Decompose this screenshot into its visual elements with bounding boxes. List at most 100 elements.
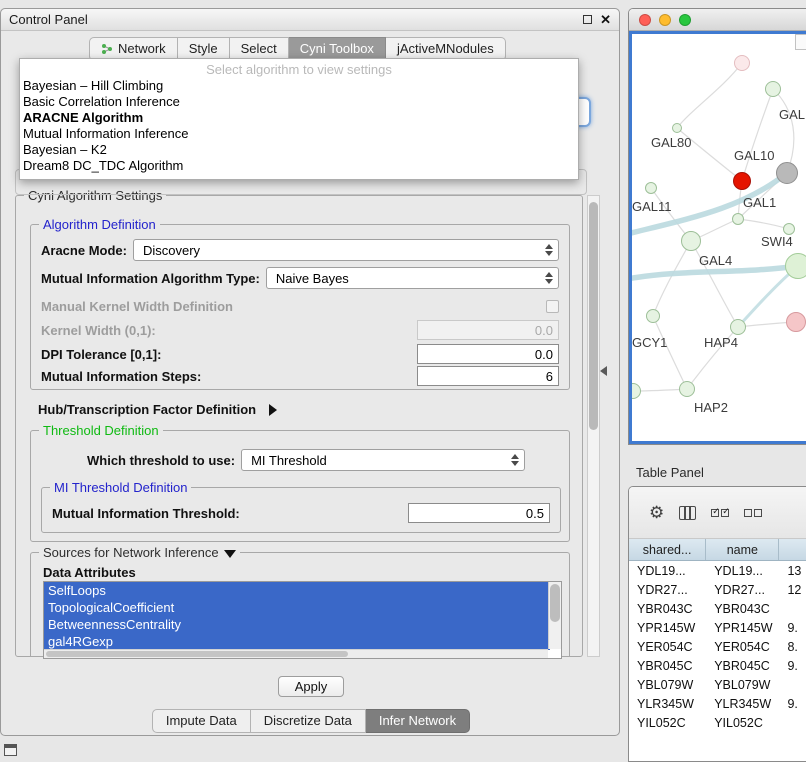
screen: Control Panel ✕ Network Style Select Cyn… [0,0,806,762]
close-icon[interactable]: ✕ [600,13,611,26]
network-view-window: GAL80 GAL10 GAL11 GAL1 SWI4 GAL4 GCY1 HA… [628,8,806,445]
tab-cyni-toolbox-label: Cyni Toolbox [300,41,374,56]
table-row[interactable]: YDR27... YDR27... 12 [629,580,806,599]
graph-node[interactable] [776,162,798,184]
table-row[interactable]: YDL19... YDL19... 13 [629,561,806,580]
expand-arrow-icon [269,404,277,416]
mi-type-label: Mutual Information Algorithm Type: [41,271,260,286]
threshold-definition-group: Threshold Definition Which threshold to … [30,430,570,542]
graph-node[interactable] [786,312,806,332]
column-header-name[interactable]: name [706,539,779,560]
graph-node-gal4[interactable] [681,231,701,251]
attribute-list: SelfLoops TopologicalCoefficient Between… [43,581,562,659]
dropdown-item-selected[interactable]: ARACNE Algorithm [20,110,578,126]
cell: 13 [779,564,806,578]
settings-vertical-scrollbar[interactable] [587,195,600,657]
aracne-mode-combo[interactable]: Discovery [133,239,559,261]
control-panel-title: Control Panel [9,12,88,27]
graph-node[interactable] [785,253,806,279]
bottom-tabs: Impute Data Discretize Data Infer Networ… [1,709,621,733]
cyni-algorithm-settings-group: Cyni Algorithm Settings Algorithm Defini… [15,195,583,657]
dropdown-item[interactable]: Basic Correlation Inference [20,94,578,110]
table-row[interactable]: YBL079W YBL079W [629,675,806,694]
apply-button[interactable]: Apply [278,676,344,697]
scrollbar-thumb[interactable] [589,202,598,430]
attribute-item[interactable]: SelfLoops [44,582,550,599]
list-horizontal-scrollbar[interactable] [44,649,548,658]
dropdown-item[interactable]: Mutual Information Inference [20,126,578,142]
table-row[interactable]: YPR145W YPR145W 9. [629,618,806,637]
deselect-all-icon[interactable] [744,509,762,517]
apply-row: Apply [1,676,621,697]
show-panel-icon[interactable] [4,744,17,756]
window-controls: ✕ [583,13,611,26]
table-row[interactable]: YER054C YER054C 8. [629,637,806,656]
scrollbar-thumb[interactable] [46,651,348,657]
graph-node-gal11[interactable] [645,182,657,194]
minimize-traffic-light[interactable] [659,14,671,26]
cell: 9. [779,697,806,711]
settings-scroll-area: Cyni Algorithm Settings Algorithm Defini… [9,191,601,661]
graph-node[interactable] [734,55,750,71]
hub-definition-toggle[interactable]: Hub/Transcription Factor Definition [38,402,277,417]
dpi-tolerance-field[interactable] [417,344,559,364]
combo-stepper-icon [545,272,553,284]
sources-title-text: Sources for Network Inference [43,545,219,560]
dropdown-item[interactable]: Bayesian – K2 [20,142,578,158]
table-row[interactable]: YBR045C YBR045C 9. [629,656,806,675]
tab-discretize-data[interactable]: Discretize Data [251,709,366,733]
tab-impute-data[interactable]: Impute Data [152,709,251,733]
tab-infer-network[interactable]: Infer Network [366,709,470,733]
graph-node-gal80[interactable] [672,123,682,133]
node-label: HAP4 [704,335,738,350]
columns-icon[interactable] [679,506,696,520]
table-panel-title: Table Panel [636,465,704,480]
graph-node-gcy1[interactable] [646,309,660,323]
dropdown-item[interactable]: Bayesian – Hill Climbing [20,78,578,94]
cell: YBL079W [629,678,706,692]
graph-node-gal1[interactable] [732,213,744,225]
table-rows: YDL19... YDL19... 13 YDR27... YDR27... 1… [629,561,806,732]
mi-type-combo[interactable]: Naive Bayes [266,267,559,289]
data-attributes-label: Data Attributes [43,565,136,580]
attribute-item[interactable]: gal4RGexp [44,633,550,650]
float-window-icon[interactable] [583,15,592,24]
network-canvas[interactable]: GAL80 GAL10 GAL11 GAL1 SWI4 GAL4 GCY1 HA… [629,31,806,444]
attribute-item[interactable]: TopologicalCoefficient [44,599,550,616]
cell: YIL052C [629,716,706,730]
table-row[interactable]: YBR043C YBR043C [629,599,806,618]
sources-group-title[interactable]: Sources for Network Inference [39,545,240,560]
control-panel-titlebar: Control Panel ✕ [1,9,619,31]
table-header-row: shared... name [629,539,806,561]
column-header-cut[interactable] [779,539,806,560]
mi-threshold-field[interactable] [408,503,550,523]
table-panel-window: ⚙ shared... name YDL19... YDL19... 13 [628,486,806,762]
table-row[interactable]: YIL052C YIL052C [629,713,806,732]
cell: YBR043C [706,602,779,616]
panel-collapse-arrow[interactable] [600,366,607,376]
close-traffic-light[interactable] [639,14,651,26]
graph-node-hap4[interactable] [730,319,746,335]
network-tab-icon [101,43,113,55]
scrollbar-thumb[interactable] [550,584,560,622]
column-header-shared-name[interactable]: shared... [629,539,706,560]
graph-node-gal10[interactable] [733,172,751,190]
dropdown-item[interactable]: Dream8 DC_TDC Algorithm [20,158,578,174]
manual-kernel-checkbox[interactable] [546,300,559,313]
select-all-icon[interactable] [711,509,729,517]
unchecked-box-icon [744,509,752,517]
tab-style-label: Style [189,41,218,56]
mi-steps-field[interactable] [417,366,559,386]
kernel-width-field[interactable] [417,320,559,340]
graph-node[interactable] [765,81,781,97]
attribute-item[interactable]: BetweennessCentrality [44,616,550,633]
zoom-traffic-light[interactable] [679,14,691,26]
list-vertical-scrollbar[interactable] [548,582,561,649]
table-row[interactable]: YLR345W YLR345W 9. [629,694,806,713]
cell: YPR145W [706,621,779,635]
canvas-scrollbar-button[interactable] [795,34,806,50]
which-threshold-combo[interactable]: MI Threshold [241,449,525,471]
graph-node-hap2[interactable] [679,381,695,397]
manual-kernel-label: Manual Kernel Width Definition [41,299,233,314]
gear-icon[interactable]: ⚙ [649,504,664,521]
